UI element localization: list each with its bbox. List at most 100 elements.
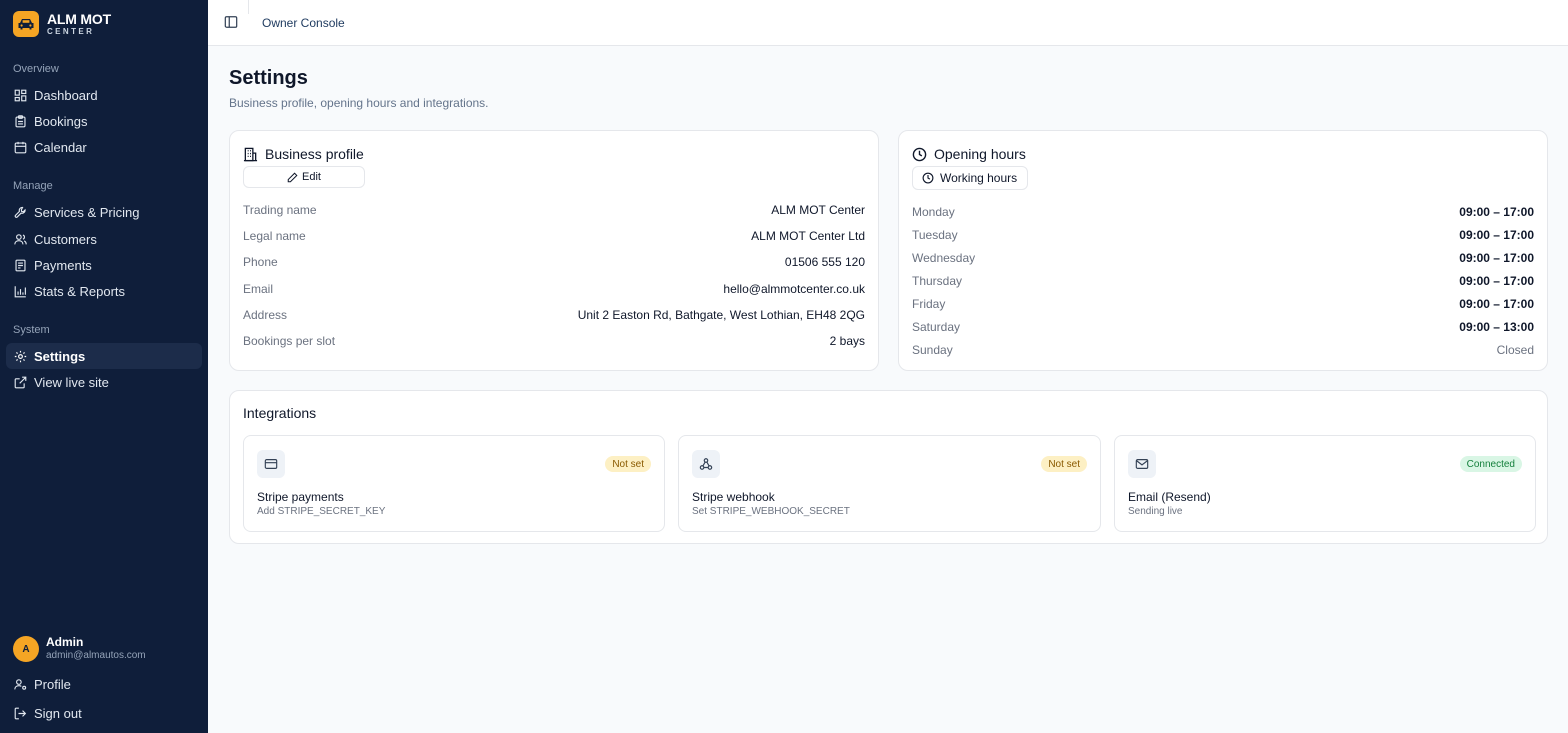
integration-stripe-payments[interactable]: Not set Stripe payments Add STRIPE_SECRE… <box>243 435 665 532</box>
profile-label: Address <box>243 308 288 322</box>
sidebar-item-label: View live site <box>34 374 109 390</box>
hours-day: Saturday <box>912 320 961 334</box>
users-icon <box>14 233 27 244</box>
credit-card-icon <box>264 459 278 469</box>
sidebar-item-label: Payments <box>34 257 92 273</box>
edit-profile-button[interactable]: Edit <box>243 166 365 188</box>
car-icon <box>13 11 39 37</box>
clock-icon <box>922 172 934 184</box>
profile-row-phone: Phone 01506 555 120 <box>243 254 865 270</box>
profile-row-address: Address Unit 2 Easton Rd, Bathgate, West… <box>243 307 865 323</box>
integration-desc: Set STRIPE_WEBHOOK_SECRET <box>692 506 850 517</box>
user-name: Admin <box>46 635 84 650</box>
profile-label: Trading name <box>243 203 317 217</box>
brand-subtitle: CENTER <box>47 27 95 36</box>
nav-section-system: System <box>13 324 50 336</box>
working-hours-label: Working hours <box>940 171 1018 185</box>
status-badge: Not set <box>1041 456 1087 472</box>
hours-day: Friday <box>912 297 946 311</box>
sidebar-item-services-pricing[interactable]: Services & Pricing <box>6 199 202 225</box>
sidebar: ALM MOT CENTER Overview Dashboard Bookin… <box>0 0 208 733</box>
edit-label: Edit <box>302 171 321 183</box>
receipt-icon <box>15 259 26 271</box>
hours-value: 09:00 – 17:00 <box>1459 297 1534 311</box>
hours-value: 09:00 – 17:00 <box>1459 228 1534 242</box>
hours-row-saturday: Saturday 09:00 – 13:00 <box>912 319 1534 335</box>
brand[interactable]: ALM MOT CENTER <box>13 11 111 37</box>
integration-stripe-webhook[interactable]: Not set Stripe webhook Set STRIPE_WEBHOO… <box>678 435 1101 532</box>
hours-day: Monday <box>912 205 955 219</box>
sidebar-item-label: Sign out <box>34 705 82 721</box>
integration-icon-box <box>692 450 720 478</box>
profile-row-trading-name: Trading name ALM MOT Center <box>243 202 865 218</box>
business-profile-title: Business profile <box>265 146 364 162</box>
sidebar-toggle-icon[interactable] <box>224 15 238 29</box>
profile-value: 2 bays <box>829 334 865 348</box>
sidebar-item-sign-out[interactable]: Sign out <box>6 700 202 726</box>
hours-day: Thursday <box>912 274 963 288</box>
business-profile-header: Business profile <box>243 146 364 162</box>
hours-row-wednesday: Wednesday 09:00 – 17:00 <box>912 250 1534 266</box>
sidebar-item-payments[interactable]: Payments <box>6 252 202 278</box>
sidebar-item-bookings[interactable]: Bookings <box>6 108 202 134</box>
user-cog-icon <box>14 678 27 690</box>
profile-value: ALM MOT Center Ltd <box>751 229 865 243</box>
profile-value: ALM MOT Center <box>771 203 865 217</box>
sidebar-item-label: Profile <box>34 676 71 692</box>
integration-name: Stripe payments <box>257 490 344 504</box>
integrations-card: Integrations Not set Stripe payments Add… <box>229 390 1548 544</box>
integration-desc: Add STRIPE_SECRET_KEY <box>257 506 386 517</box>
sidebar-item-label: Bookings <box>34 113 88 129</box>
profile-label: Phone <box>243 255 278 269</box>
external-link-icon <box>14 376 27 388</box>
sidebar-item-settings[interactable]: Settings <box>6 343 202 369</box>
integrations-title: Integrations <box>243 405 317 421</box>
bar-chart-icon <box>14 285 26 297</box>
hours-value: 09:00 – 17:00 <box>1459 274 1534 288</box>
grid-icon <box>14 89 27 101</box>
user-email: admin@almautos.com <box>46 650 146 662</box>
sidebar-item-dashboard[interactable]: Dashboard <box>6 82 202 108</box>
hours-day: Wednesday <box>912 251 976 265</box>
clock-icon <box>912 147 927 161</box>
sidebar-item-label: Settings <box>34 348 86 364</box>
sidebar-item-customers[interactable]: Customers <box>6 226 202 252</box>
sidebar-item-view-live-site[interactable]: View live site <box>6 369 202 395</box>
calendar-icon <box>14 141 27 153</box>
profile-row-legal-name: Legal name ALM MOT Center Ltd <box>243 228 865 244</box>
nav-section-overview: Overview <box>13 63 59 75</box>
integration-desc: Sending live <box>1128 506 1183 517</box>
hours-value: 09:00 – 13:00 <box>1459 320 1534 334</box>
integration-name: Stripe webhook <box>692 490 775 504</box>
profile-value: Unit 2 Easton Rd, Bathgate, West Lothian… <box>577 308 865 322</box>
working-hours-button[interactable]: Working hours <box>912 166 1029 190</box>
topbar-title: Owner Console <box>262 16 345 30</box>
profile-row-bookings-per-slot: Bookings per slot 2 bays <box>243 333 865 349</box>
profile-value: hello@almmotcenter.co.uk <box>723 282 865 296</box>
sidebar-item-label: Dashboard <box>34 87 98 103</box>
profile-label: Bookings per slot <box>243 334 336 348</box>
avatar: A <box>13 636 39 662</box>
hours-row-sunday: Sunday Closed <box>912 342 1534 358</box>
profile-row-email: Email hello@almmotcenter.co.uk <box>243 281 865 297</box>
sidebar-item-label: Stats & Reports <box>34 283 126 299</box>
opening-hours-title: Opening hours <box>934 146 1026 162</box>
integration-email-resend[interactable]: Connected Email (Resend) Sending live <box>1114 435 1536 532</box>
business-profile-card: Business profile Edit Trading name ALM M… <box>229 130 879 371</box>
status-badge: Not set <box>605 456 651 472</box>
gear-icon <box>14 350 27 362</box>
clipboard-icon <box>15 114 26 127</box>
pencil-icon <box>287 172 298 182</box>
user-block[interactable]: A Admin admin@almautos.com <box>13 636 146 662</box>
sidebar-item-stats-reports[interactable]: Stats & Reports <box>6 278 202 304</box>
wrench-icon <box>14 206 26 218</box>
page-title: Settings <box>229 67 308 89</box>
brand-title: ALM MOT <box>47 11 111 27</box>
sidebar-item-calendar[interactable]: Calendar <box>6 134 202 160</box>
hours-value: Closed <box>1496 343 1534 357</box>
sidebar-item-label: Services & Pricing <box>34 204 140 220</box>
hours-row-thursday: Thursday 09:00 – 17:00 <box>912 273 1534 289</box>
webhook-icon <box>699 458 713 470</box>
sidebar-item-profile[interactable]: Profile <box>6 671 202 697</box>
hours-row-friday: Friday 09:00 – 17:00 <box>912 296 1534 312</box>
